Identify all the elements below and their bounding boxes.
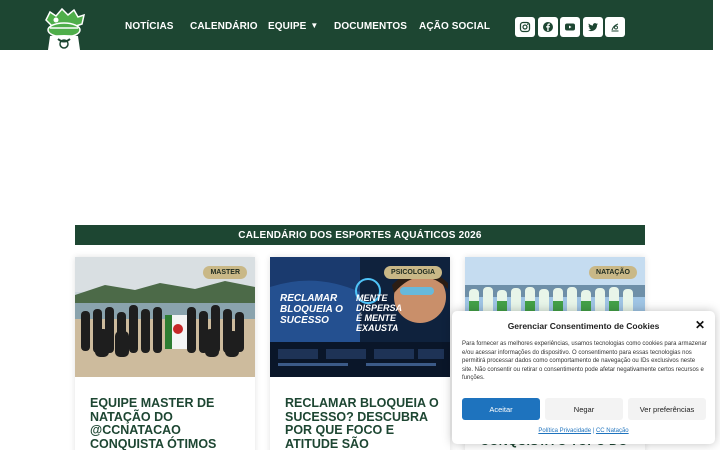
calendar-banner[interactable]: CALENDÁRIO DOS ESPORTES AQUÁTICOS 2026 — [75, 225, 645, 245]
category-badge[interactable]: MASTER — [203, 266, 247, 279]
nav-noticias[interactable]: NOTÍCIAS — [125, 21, 174, 32]
post-card-psicologia[interactable]: RECLAMAR BLOQUEIA O SUCESSO MENTE DISPER… — [270, 257, 450, 450]
crocodile-logo[interactable] — [40, 6, 88, 50]
nav-acao-social[interactable]: AÇÃO SOCIAL — [419, 21, 490, 32]
cookie-links: Política Privacidade | CC Natação — [452, 428, 715, 434]
preferences-button[interactable]: Ver preferências — [628, 398, 706, 420]
accept-button[interactable]: Aceitar — [462, 398, 540, 420]
facebook-icon[interactable] — [538, 17, 558, 37]
instagram-icon[interactable] — [515, 17, 535, 37]
site-header: NOTÍCIAS CALENDÁRIO EQUIPE ▼ DOCUMENTOS A… — [0, 0, 713, 50]
twitter-icon[interactable] — [583, 17, 603, 37]
deny-button[interactable]: Negar — [545, 398, 623, 420]
privacy-policy-link[interactable]: Política Privacidade — [538, 428, 591, 434]
image-headline-left: RECLAMAR BLOQUEIA O SUCESSO — [280, 293, 343, 326]
close-icon[interactable]: ✕ — [695, 318, 705, 332]
cookie-consent-dialog: Gerenciar Consentimento de Cookies ✕ Par… — [452, 311, 715, 444]
category-badge[interactable]: PSICOLOGIA — [384, 266, 442, 279]
card-image-psychology-graphic[interactable]: RECLAMAR BLOQUEIA O SUCESSO MENTE DISPER… — [270, 257, 450, 377]
nav-documentos[interactable]: DOCUMENTOS — [334, 21, 407, 32]
card-image-beach-team[interactable]: MASTER — [75, 257, 255, 377]
post-title[interactable]: EQUIPE MASTER DE NATAÇÃO DO @CCNATACAO C… — [90, 396, 245, 450]
image-headline-right: MENTE DISPERSA É MENTE EXAUSTA — [356, 293, 402, 333]
site-link[interactable]: CC Natação — [596, 428, 629, 434]
cookie-description: Para fornecer as melhores experiências, … — [462, 341, 707, 382]
nav-equipe[interactable]: EQUIPE ▼ — [268, 21, 318, 32]
chevron-down-icon: ▼ — [310, 21, 319, 30]
post-card-master[interactable]: MASTER EQUIPE MASTER DE NATAÇÃO DO @CCNA… — [75, 257, 255, 450]
category-badge[interactable]: NATAÇÃO — [589, 266, 637, 279]
youtube-icon[interactable] — [560, 17, 580, 37]
nav-calendario[interactable]: CALENDÁRIO — [190, 21, 258, 32]
nav-equipe-label: EQUIPE — [268, 21, 307, 32]
page: NOTÍCIAS CALENDÁRIO EQUIPE ▼ DOCUMENTOS A… — [0, 0, 720, 450]
custom-link-icon[interactable] — [605, 17, 625, 37]
cookie-title: Gerenciar Consentimento de Cookies — [507, 321, 660, 331]
post-title[interactable]: RECLAMAR BLOQUEIA O SUCESSO? DESCUBRA PO… — [285, 396, 440, 450]
